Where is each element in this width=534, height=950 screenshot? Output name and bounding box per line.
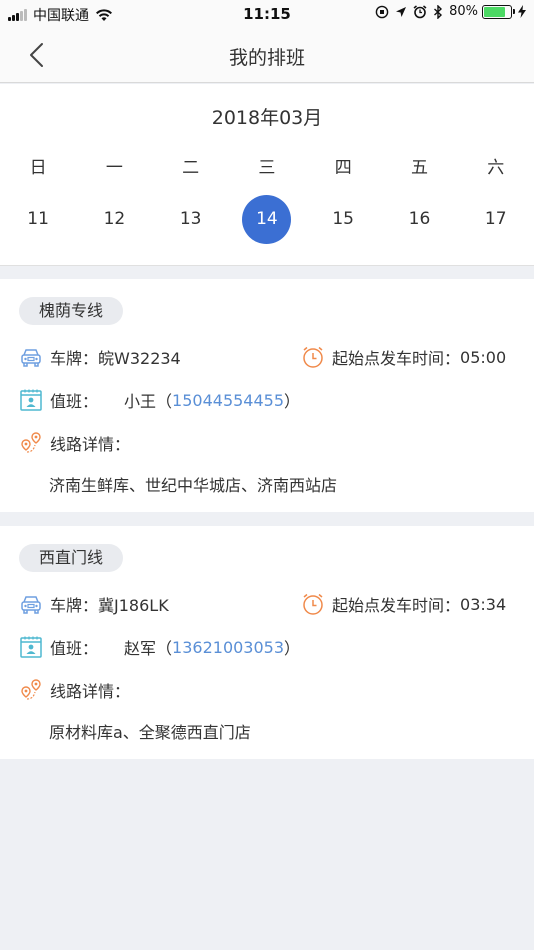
weekday-label: 一 [105, 158, 123, 178]
day-number: 17 [484, 208, 507, 229]
duty-label: 值班： [50, 639, 99, 658]
week-calendar: 2018年03月 日 一 二 三 四 五 六 11 12 13 14 15 16… [0, 84, 534, 266]
day-cell[interactable]: 15 [305, 194, 381, 244]
route-detail-label: 线路详情： [50, 682, 131, 701]
day-cell[interactable]: 17 [458, 194, 534, 244]
day-number: 14 [242, 194, 292, 244]
plate-row: 车牌： 皖W32234 [19, 344, 181, 370]
duty-row: 值班： 赵军 （13621003053） [19, 634, 300, 660]
route-detail-row: 线路详情： [19, 430, 130, 456]
departure-time-value: 03:34 [460, 594, 507, 614]
clock-icon [303, 593, 323, 615]
weekday-label: 五 [410, 158, 428, 178]
day-cell[interactable]: 16 [381, 194, 457, 244]
weekday-label: 二 [182, 158, 200, 178]
plate-label: 车牌： [50, 349, 99, 368]
paren-open: （ [156, 639, 173, 658]
status-right: 80% [369, 4, 526, 19]
weekday-label: 六 [487, 158, 505, 178]
status-bar: 中国联通 11:15 80% [0, 0, 534, 28]
orientation-lock-icon [375, 5, 389, 18]
duty-row: 值班： 小王 （15044554455） [19, 387, 300, 413]
battery-icon [482, 4, 515, 19]
route-detail-label: 线路详情： [50, 435, 131, 454]
battery-percent: 80% [449, 4, 478, 19]
paren-open: （ [156, 392, 173, 411]
route-detail-row: 线路详情： [19, 677, 130, 703]
weekday-label: 日 [29, 158, 47, 178]
plate-value: 冀J186LK [98, 596, 169, 615]
paren-close: ） [284, 392, 301, 411]
day-number: 12 [103, 208, 126, 229]
clock-icon [303, 346, 323, 368]
month-title: 2018年03月 [211, 107, 323, 129]
duty-name: 小王 [124, 392, 157, 411]
calendar-person-icon [20, 389, 42, 411]
car-icon [21, 349, 41, 367]
calendar-person-icon [20, 636, 42, 658]
route-pin-icon [21, 679, 41, 700]
charging-icon [518, 5, 526, 18]
plate-value: 皖W32234 [98, 349, 181, 368]
departure-time-row: 起始点发车时间： 03:34 [301, 591, 506, 617]
duty-phone-link[interactable]: 13621003053 [172, 638, 284, 657]
car-icon [21, 596, 41, 614]
day-number: 13 [179, 208, 202, 229]
departure-time-row: 起始点发车时间： 05:00 [301, 344, 506, 370]
weekday-header: 日 一 二 三 四 五 六 [0, 153, 534, 178]
duty-label: 值班： [50, 392, 99, 411]
bluetooth-icon [434, 4, 443, 19]
plate-label: 车牌： [50, 596, 99, 615]
day-cell[interactable]: 12 [76, 194, 152, 244]
nav-bar: 我的排班 [0, 28, 534, 83]
day-number: 11 [27, 208, 49, 229]
weekday-label: 三 [258, 158, 276, 178]
alarm-icon [413, 4, 427, 18]
weekday-label: 四 [334, 158, 352, 178]
schedule-card[interactable]: 槐荫专线 车牌： 皖W32234 起始点发车时间： 05:00 值班： 小王 （… [0, 279, 534, 512]
day-row: 11 12 13 14 15 16 17 [0, 194, 534, 244]
departure-time-label: 起始点发车时间： [332, 596, 461, 615]
duty-phone-link[interactable]: 15044554455 [172, 391, 284, 410]
duty-name: 赵军 [124, 639, 157, 658]
departure-time-label: 起始点发车时间： [332, 349, 461, 368]
plate-row: 车牌： 冀J186LK [19, 591, 169, 617]
battery-fill [484, 6, 505, 17]
day-cell[interactable]: 11 [0, 194, 76, 244]
departure-time-value: 05:00 [460, 347, 507, 367]
day-number: 15 [332, 208, 354, 229]
route-name-tag: 西直门线 [19, 544, 124, 572]
paren-close: ） [284, 639, 301, 658]
page-title: 我的排班 [228, 47, 305, 69]
route-stops: 原材料库a、全聚德西直门店 [49, 723, 251, 742]
route-name-tag: 槐荫专线 [19, 297, 124, 325]
schedule-card[interactable]: 西直门线 车牌： 冀J186LK 起始点发车时间： 03:34 值班： 赵军 （… [0, 526, 534, 759]
route-pin-icon [21, 432, 41, 453]
day-cell[interactable]: 13 [153, 194, 229, 244]
location-icon [396, 6, 407, 17]
day-cell[interactable]: 14 [229, 194, 305, 244]
route-stops: 济南生鲜库、世纪中华城店、济南西站店 [49, 476, 338, 495]
day-number: 16 [408, 208, 431, 229]
